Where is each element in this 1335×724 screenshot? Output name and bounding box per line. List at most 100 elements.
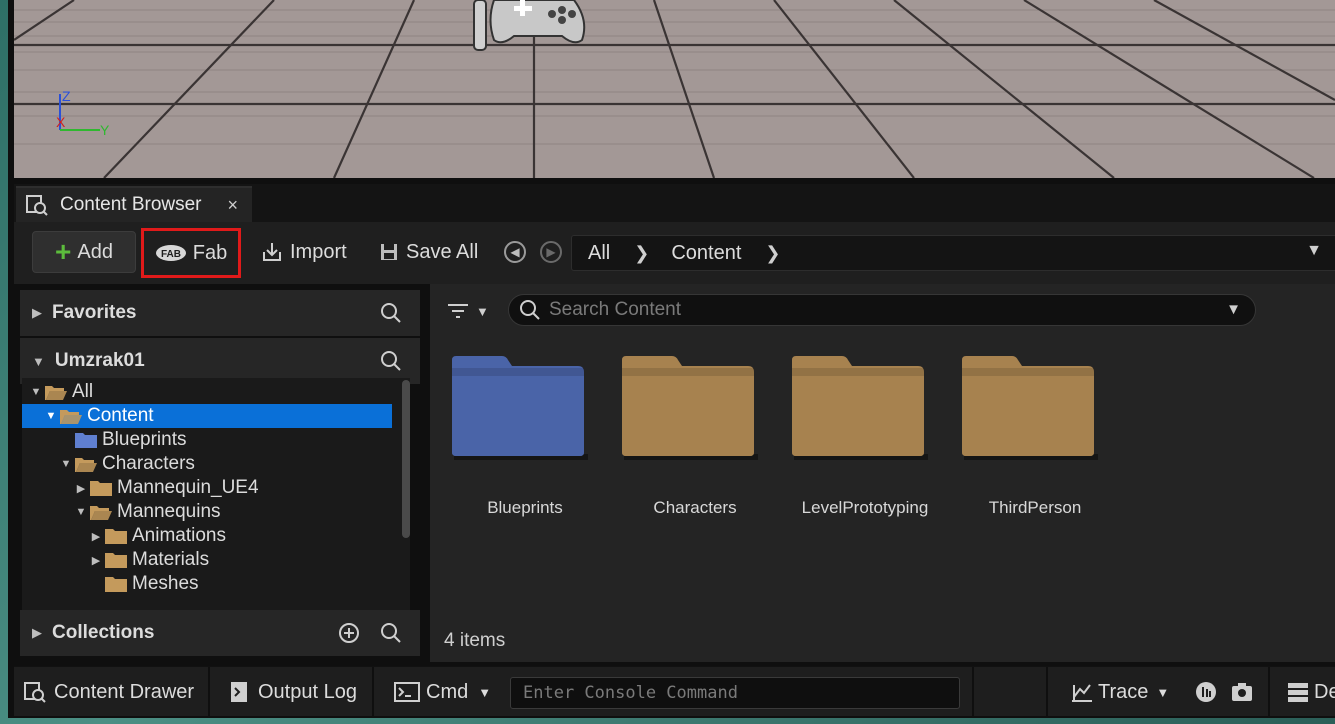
folder-tile[interactable]: Characters xyxy=(620,354,770,534)
output-log-button[interactable]: Output Log xyxy=(228,677,357,707)
tree-item-label: Meshes xyxy=(132,573,199,594)
tree-item[interactable]: Blueprints xyxy=(22,428,392,452)
chevron-down-icon: ▼ xyxy=(478,684,492,700)
history-forward-icon[interactable]: ▶ xyxy=(540,241,562,263)
asset-view-panel: ▼ ▼ Blueprints Characters LevelPrototyping… xyxy=(430,284,1335,662)
close-icon[interactable]: × xyxy=(227,195,238,216)
collapse-arrow-icon[interactable]: ▼ xyxy=(73,506,89,518)
collapse-arrow-icon[interactable]: ▼ xyxy=(58,458,74,470)
tree-item-label: Mannequins xyxy=(117,501,221,522)
search-icon[interactable] xyxy=(380,622,402,644)
chevron-down-icon: ▼ xyxy=(1156,684,1170,700)
content-drawer-button[interactable]: Content Drawer xyxy=(22,677,194,707)
level-viewport[interactable]: Z X Y xyxy=(14,0,1335,178)
collapse-arrow-icon[interactable]: ▼ xyxy=(43,410,59,422)
filter-button[interactable]: ▼ xyxy=(446,296,498,326)
tree-item[interactable]: ▶ Animations xyxy=(22,524,392,548)
tree-item-label: Mannequin_UE4 xyxy=(117,477,259,498)
tree-item-label: Content xyxy=(87,405,154,426)
screenshot-button[interactable] xyxy=(1230,677,1254,707)
collapse-arrow-icon[interactable]: ▼ xyxy=(32,354,45,369)
derived-data-button[interactable]: De xyxy=(1286,677,1335,707)
collections-header[interactable]: ▶ Collections xyxy=(20,610,420,656)
console-command-box[interactable] xyxy=(510,677,960,709)
search-content-input[interactable] xyxy=(549,299,1209,321)
folder-icon xyxy=(89,479,113,497)
tree-item[interactable]: ▼ All xyxy=(22,380,392,404)
fab-button[interactable]: FAB Fab xyxy=(141,228,241,278)
derived-data-icon xyxy=(1288,683,1308,702)
search-icon[interactable] xyxy=(380,302,402,324)
folder-tile[interactable]: LevelPrototyping xyxy=(790,354,940,534)
console-icon xyxy=(394,682,420,702)
history-back-icon[interactable]: ◀ xyxy=(504,241,526,263)
folder-tile[interactable]: Blueprints xyxy=(450,354,600,534)
collapse-arrow-icon[interactable]: ▼ xyxy=(28,386,44,398)
divider xyxy=(1268,667,1270,717)
expand-arrow-icon[interactable]: ▶ xyxy=(32,305,42,321)
favorites-header[interactable]: ▶ Favorites xyxy=(20,290,420,336)
tree-item[interactable]: ▶ Mannequin_UE4 xyxy=(22,476,392,500)
output-log-label: Output Log xyxy=(258,680,357,703)
folder-icon xyxy=(792,356,928,460)
folder-tile[interactable]: ThirdPerson xyxy=(960,354,1110,534)
derived-data-label: De xyxy=(1314,680,1335,703)
tree-item[interactable]: ▼ Content xyxy=(22,404,392,428)
trace-button[interactable]: Trace ▼ xyxy=(1070,677,1169,707)
folder-icon xyxy=(622,356,758,460)
cmd-label: Cmd xyxy=(426,680,469,703)
sources-panel: ▶ Favorites ▼ Umzrak01 ▼ All ▼ Content Bluep… xyxy=(14,284,426,662)
breadcrumb-content[interactable]: Content xyxy=(671,242,741,265)
tree-scrollbar[interactable] xyxy=(402,380,410,538)
add-button-label: Add xyxy=(77,240,113,263)
tree-item[interactable]: ▼ Characters xyxy=(22,452,392,476)
chevron-right-icon[interactable]: ❯ xyxy=(634,243,649,264)
axis-y-label: Y xyxy=(100,122,110,138)
search-content-box[interactable]: ▼ xyxy=(508,294,1256,326)
cmd-selector[interactable]: Cmd ▼ xyxy=(394,677,491,707)
add-button[interactable]: + Add xyxy=(32,231,136,273)
record-icon xyxy=(1196,682,1216,702)
content-browser-icon xyxy=(26,195,48,216)
import-icon xyxy=(263,243,281,261)
folder-label: Blueprints xyxy=(487,498,563,517)
folder-open-icon xyxy=(44,383,68,401)
record-button[interactable] xyxy=(1194,677,1218,707)
folder-icon xyxy=(962,356,1098,460)
import-button[interactable]: Import xyxy=(260,231,356,273)
search-icon[interactable] xyxy=(380,350,402,372)
divider xyxy=(972,667,974,717)
axis-z-label: Z xyxy=(62,88,71,104)
expand-arrow-icon[interactable]: ▶ xyxy=(88,530,104,543)
folder-label: LevelPrototyping xyxy=(801,498,929,517)
breadcrumb-all[interactable]: All xyxy=(588,242,610,265)
add-collection-icon[interactable] xyxy=(338,622,360,644)
folder-tree[interactable]: ▼ All ▼ Content Blueprints ▼ Characters ▶ Manneq… xyxy=(22,378,410,610)
folder-icon xyxy=(104,527,128,545)
tab-title: Content Browser xyxy=(60,194,202,215)
save-all-button-label: Save All xyxy=(406,240,479,263)
divider xyxy=(208,667,210,717)
tab-content-browser[interactable]: Content Browser × xyxy=(16,186,252,222)
divider xyxy=(1046,667,1048,717)
expand-arrow-icon[interactable]: ▶ xyxy=(88,554,104,567)
tree-item[interactable]: ▶ Materials xyxy=(22,548,392,572)
console-command-input[interactable] xyxy=(523,683,943,703)
divider xyxy=(372,667,374,717)
chevron-down-icon: ▼ xyxy=(476,303,489,319)
tree-item[interactable]: Meshes xyxy=(22,572,392,596)
chevron-right-icon[interactable]: ❯ xyxy=(765,243,780,264)
tree-item[interactable]: ▼ Mannequins xyxy=(22,500,392,524)
chevron-down-icon[interactable]: ▼ xyxy=(1226,301,1241,318)
favorites-label: Favorites xyxy=(52,302,137,323)
output-log-icon xyxy=(231,682,247,702)
save-all-icon xyxy=(381,244,397,260)
svg-text:FAB: FAB xyxy=(161,249,181,260)
folder-icon xyxy=(74,431,98,449)
tree-item-label: Materials xyxy=(132,549,210,570)
save-all-button[interactable]: Save All xyxy=(378,231,482,273)
camera-icon xyxy=(1232,683,1252,701)
chevron-down-icon[interactable]: ▼ xyxy=(1306,242,1322,260)
expand-arrow-icon[interactable]: ▶ xyxy=(73,482,89,495)
expand-arrow-icon[interactable]: ▶ xyxy=(32,625,42,641)
